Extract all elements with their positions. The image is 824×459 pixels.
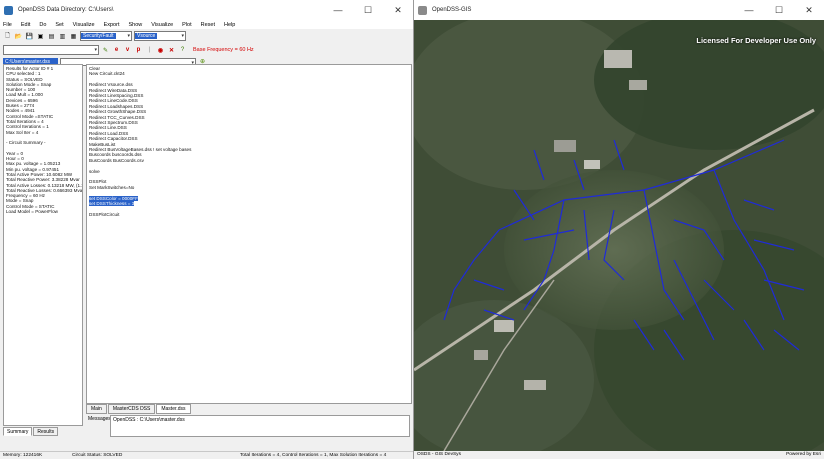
element-combo-value: Vsource <box>135 33 158 39</box>
mode-combo-value: Security/Fault <box>81 33 116 39</box>
building <box>554 140 576 152</box>
building <box>584 160 600 169</box>
menu-visualize-2[interactable]: Visualize <box>151 22 173 28</box>
gis-close-button[interactable]: ✕ <box>794 0 824 20</box>
element-combo[interactable]: Vsource ▾ <box>134 31 186 41</box>
close-button[interactable]: ✕ <box>383 0 413 20</box>
energy-icon[interactable]: e <box>112 46 121 55</box>
results-line: Total Reactive Power: 3.38228 Mvar <box>6 177 80 183</box>
menu-plot[interactable]: Plot <box>182 22 191 28</box>
results-line: Load Model = PowerFlow <box>6 209 58 215</box>
edit-icon[interactable]: ✎ <box>101 46 110 55</box>
gis-status-left: OSDS - GIS DevSys <box>417 452 461 457</box>
messages-area: Messages OpenDSS : C:\Users\master.dss <box>86 415 412 437</box>
selected-text: set DSSColor = 0000FF <box>89 195 138 201</box>
left-tabs: Summary Results <box>3 427 59 436</box>
editor-tabs: Main MasterCDS DSS Master.dss <box>86 404 192 414</box>
power-icon[interactable]: p <box>134 46 143 55</box>
new-file-icon[interactable]: 🗋 <box>3 32 12 41</box>
separator-icon: | <box>148 47 151 53</box>
iteration-status: Total Iterations = 4, Control Iterations… <box>240 453 387 458</box>
gis-maximize-button[interactable]: ☐ <box>764 0 794 20</box>
tab-master-dss[interactable]: Master.dss <box>156 404 191 414</box>
menu-edit[interactable]: Edit <box>21 22 30 28</box>
opendss-main-window: OpenDSS Data Directory: C:\Users\ — ☐ ✕ … <box>0 0 414 459</box>
tab-summary[interactable]: Summary <box>3 427 33 436</box>
menu-file[interactable]: File <box>3 22 12 28</box>
menu-visualize[interactable]: Visualize <box>73 22 95 28</box>
gis-status-bar: OSDS - GIS DevSys Powered by Esri <box>414 451 824 459</box>
help-icon[interactable]: ? <box>178 46 187 55</box>
satellite-map[interactable] <box>414 20 824 451</box>
command-combo[interactable]: ▾ <box>3 45 99 55</box>
messages-label: Messages <box>88 416 111 422</box>
tab-results[interactable]: Results <box>33 427 59 436</box>
window-title: OpenDSS Data Directory: C:\Users\ <box>18 7 114 13</box>
building <box>604 50 632 68</box>
minimize-button[interactable]: — <box>323 0 353 20</box>
view-icon[interactable]: ▦ <box>69 32 78 41</box>
run-icon[interactable]: ▥ <box>58 32 67 41</box>
save-icon[interactable]: 💾 <box>25 32 34 41</box>
maximize-button[interactable]: ☐ <box>353 0 383 20</box>
toolbar-main: 🗋 📂 💾 ▣ ▤ ▥ ▦ Security/Fault ▾ Vsource ▾ <box>0 29 413 43</box>
chevron-down-icon: ▾ <box>127 33 130 39</box>
menu-export[interactable]: Export <box>104 22 120 28</box>
save-all-icon[interactable]: ▣ <box>36 32 45 41</box>
menu-help[interactable]: Help <box>224 22 235 28</box>
menu-do[interactable]: Do <box>39 22 46 28</box>
opendss-app-icon <box>4 5 13 15</box>
titlebar: OpenDSS Data Directory: C:\Users\ — ☐ ✕ <box>0 0 413 20</box>
messages-box[interactable]: OpenDSS : C:\Users\master.dss <box>110 415 410 437</box>
gis-status-right: Powered by Esri <box>786 452 821 457</box>
base-frequency-label: Base Frequency = 60 Hz <box>193 47 254 53</box>
gis-app-icon <box>418 5 427 15</box>
gis-window-title: OpenDSS-GIS <box>432 7 472 13</box>
opendss-gis-window: OpenDSS-GIS — ☐ ✕ Licensed For Developer… <box>414 0 824 459</box>
tab-mastercds[interactable]: MasterCDS DSS <box>107 404 156 414</box>
building <box>494 320 514 332</box>
open-folder-icon[interactable]: 📂 <box>14 32 23 41</box>
memory-status: Memory: 122416K <box>3 453 43 458</box>
tab-main[interactable]: Main <box>86 404 107 414</box>
record-icon[interactable]: ◉ <box>156 46 165 55</box>
mode-combo[interactable]: Security/Fault ▾ <box>80 31 132 41</box>
building <box>524 380 546 390</box>
menu-set[interactable]: Set <box>55 22 63 28</box>
cancel-icon[interactable]: ✕ <box>167 46 176 55</box>
menu-reset[interactable]: Reset <box>201 22 215 28</box>
status-bar: Memory: 122416K Circuit Status: SOLVED T… <box>0 451 413 459</box>
script-editor[interactable]: Clear New Circuit.ckt24 Redirect Vsource.d… <box>86 64 412 404</box>
menu-bar: File Edit Do Set Visualize Export Show V… <box>0 20 413 29</box>
gis-titlebar: OpenDSS-GIS — ☐ ✕ <box>414 0 824 20</box>
license-banner: Licensed For Developer Use Only <box>696 36 816 45</box>
gis-minimize-button[interactable]: — <box>734 0 764 20</box>
voltage-icon[interactable]: v <box>123 46 132 55</box>
building <box>629 80 647 90</box>
chevron-down-icon: ▾ <box>94 47 97 53</box>
compile-icon[interactable]: ▤ <box>47 32 56 41</box>
menu-show[interactable]: Show <box>128 22 142 28</box>
results-panel[interactable]: Results for Actor ID # 1 CPU selected : 1… <box>3 64 83 426</box>
toolbar-secondary: ▾ ✎ e v p | ◉ ✕ ? Base Frequency = 60 Hz <box>0 43 413 57</box>
circuit-status: Circuit Status: SOLVED <box>72 453 123 458</box>
chevron-down-icon: ▾ <box>181 33 184 39</box>
selected-text: set DSSThickness = 3 <box>89 201 135 207</box>
building <box>474 350 488 360</box>
editor-line: DSSPlotCircuit <box>89 211 120 217</box>
